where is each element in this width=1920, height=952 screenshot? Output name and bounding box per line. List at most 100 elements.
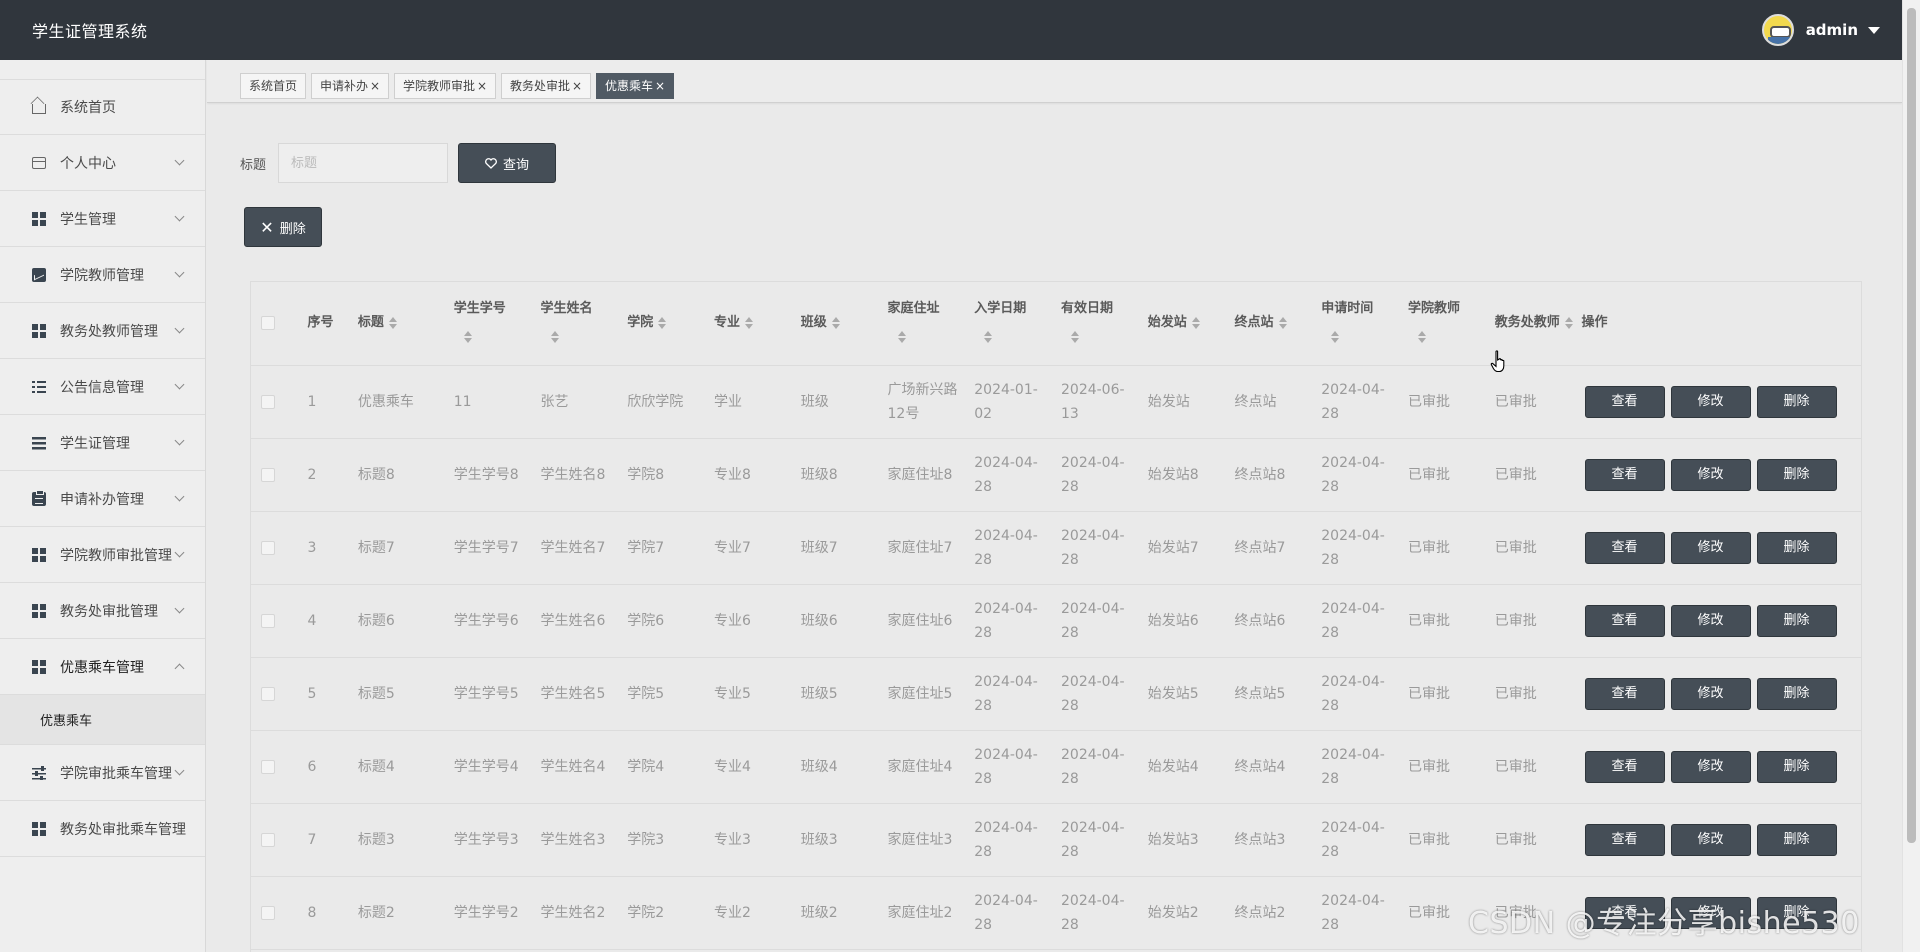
edit-button[interactable]: 修改 bbox=[1670, 531, 1751, 564]
tab-college-approval[interactable]: 学院教师审批 × bbox=[394, 73, 497, 99]
sort-icon[interactable] bbox=[1418, 330, 1426, 343]
column-header-index: 序号 bbox=[307, 282, 358, 366]
edit-button[interactable]: 修改 bbox=[1670, 823, 1751, 856]
sort-icon[interactable] bbox=[984, 330, 993, 343]
sort-icon[interactable] bbox=[1278, 316, 1287, 329]
cell-student-no: 学生学号4 bbox=[453, 730, 541, 804]
edit-button[interactable]: 修改 bbox=[1670, 604, 1751, 637]
edit-button[interactable]: 修改 bbox=[1670, 385, 1751, 418]
sort-icon[interactable] bbox=[1331, 330, 1340, 343]
column-header-title[interactable]: 标题 bbox=[357, 282, 454, 366]
sort-icon[interactable] bbox=[745, 316, 754, 329]
cell-college: 学院7 bbox=[627, 511, 714, 585]
sidebar-item-announcements[interactable]: 公告信息管理 bbox=[0, 359, 205, 415]
row-checkbox[interactable] bbox=[261, 613, 275, 628]
sidebar-item-home[interactable]: 系统首页 bbox=[0, 79, 205, 135]
delete-button[interactable]: 删除 bbox=[1756, 604, 1837, 637]
query-button[interactable]: 查询 bbox=[458, 143, 556, 183]
view-button[interactable]: 查看 bbox=[1584, 677, 1665, 710]
tab-office-approval[interactable]: 教务处审批 × bbox=[501, 73, 592, 99]
batch-delete-button[interactable]: ✕ 删除 bbox=[244, 207, 322, 247]
column-header-address[interactable]: 家庭住址 bbox=[887, 282, 975, 366]
cell-student-no: 学生学号2 bbox=[453, 876, 541, 950]
column-header-end-station[interactable]: 终点站 bbox=[1234, 282, 1322, 366]
view-button[interactable]: 查看 bbox=[1584, 604, 1665, 637]
sidebar-item-student-cards[interactable]: 学生证管理 bbox=[0, 415, 205, 471]
sort-icon[interactable] bbox=[550, 330, 559, 343]
sidebar-item-students[interactable]: 学生管理 bbox=[0, 191, 205, 247]
delete-button[interactable]: 删除 bbox=[1756, 531, 1837, 564]
tab-reissue[interactable]: 申请补办 × bbox=[311, 73, 390, 99]
avatar[interactable] bbox=[1761, 14, 1794, 46]
row-checkbox[interactable] bbox=[261, 467, 275, 482]
select-all-checkbox[interactable] bbox=[261, 315, 275, 330]
close-icon[interactable]: × bbox=[370, 79, 380, 93]
table-row: 3 标题7 学生学号7 学生姓名7 学院7 专业7 班级7 家庭住址7 2024-04-28 20… bbox=[251, 511, 1861, 585]
sidebar-item-personal-center[interactable]: 个人中心 bbox=[0, 135, 205, 191]
cell-class: 班级 bbox=[800, 365, 888, 439]
cell-college: 学院5 bbox=[627, 657, 714, 731]
title-search-input[interactable] bbox=[278, 143, 448, 183]
tab-home[interactable]: 系统首页 bbox=[240, 73, 307, 99]
sort-icon[interactable] bbox=[388, 316, 397, 329]
cell-apply-time: 2024-04-28 bbox=[1321, 365, 1408, 439]
view-button[interactable]: 查看 bbox=[1584, 823, 1665, 856]
row-checkbox[interactable] bbox=[261, 905, 275, 920]
sort-icon[interactable] bbox=[831, 316, 840, 329]
sidebar-item-office-ride-approval[interactable]: 教务处审批乘车管理 bbox=[0, 801, 205, 857]
cell-index: 8 bbox=[307, 876, 358, 950]
page-scrollbar[interactable] bbox=[1902, 0, 1920, 952]
sidebar-item-college-ride-approval[interactable]: 学院审批乘车管理 bbox=[0, 745, 205, 801]
sidebar-item-college-teachers[interactable]: 学院教师管理 bbox=[0, 247, 205, 303]
delete-button[interactable]: 删除 bbox=[1756, 677, 1837, 710]
submenu-item-discount-ride[interactable]: 优惠乘车 bbox=[0, 695, 205, 745]
delete-button[interactable]: 删除 bbox=[1756, 385, 1837, 418]
edit-button[interactable]: 修改 bbox=[1670, 677, 1751, 710]
delete-button[interactable]: 删除 bbox=[1756, 823, 1837, 856]
sort-icon[interactable] bbox=[897, 330, 906, 343]
grid-icon bbox=[32, 821, 46, 836]
sidebar-item-reissue[interactable]: 申请补办管理 bbox=[0, 471, 205, 527]
close-icon[interactable]: × bbox=[477, 79, 487, 93]
column-header-valid-date[interactable]: 有效日期 bbox=[1061, 282, 1148, 366]
sort-icon[interactable] bbox=[1564, 316, 1573, 329]
delete-button[interactable]: 删除 bbox=[1756, 458, 1837, 491]
view-button[interactable]: 查看 bbox=[1584, 385, 1665, 418]
row-checkbox[interactable] bbox=[261, 540, 275, 555]
cell-college-teacher: 已审批 bbox=[1408, 730, 1495, 804]
column-header-student-no[interactable]: 学生学号 bbox=[453, 282, 541, 366]
column-header-class[interactable]: 班级 bbox=[800, 282, 888, 366]
row-checkbox[interactable] bbox=[261, 686, 275, 701]
sidebar-item-discount-ride[interactable]: 优惠乘车管理 bbox=[0, 639, 205, 695]
sidebar-item-college-approval[interactable]: 学院教师审批管理 bbox=[0, 527, 205, 583]
view-button[interactable]: 查看 bbox=[1584, 750, 1665, 783]
tab-discount-ride[interactable]: 优惠乘车 × bbox=[596, 73, 675, 99]
sidebar-item-office-teachers[interactable]: 教务处教师管理 bbox=[0, 303, 205, 359]
column-header-apply-time[interactable]: 申请时间 bbox=[1321, 282, 1408, 366]
edit-button[interactable]: 修改 bbox=[1670, 458, 1751, 491]
view-button[interactable]: 查看 bbox=[1584, 531, 1665, 564]
sort-icon[interactable] bbox=[658, 316, 667, 329]
view-button[interactable]: 查看 bbox=[1584, 458, 1665, 491]
column-header-enroll-date[interactable]: 入学日期 bbox=[974, 282, 1061, 366]
column-header-student-name[interactable]: 学生姓名 bbox=[540, 282, 628, 366]
column-header-college[interactable]: 学院 bbox=[627, 282, 714, 366]
sidebar-item-office-approval[interactable]: 教务处审批管理 bbox=[0, 583, 205, 639]
delete-button[interactable]: 删除 bbox=[1756, 750, 1837, 783]
close-icon[interactable]: × bbox=[655, 79, 665, 93]
row-checkbox[interactable] bbox=[261, 394, 275, 409]
username[interactable]: admin bbox=[1806, 21, 1858, 39]
scrollbar-thumb[interactable] bbox=[1907, 8, 1916, 843]
caret-down-icon[interactable] bbox=[1868, 26, 1880, 34]
edit-button[interactable]: 修改 bbox=[1670, 750, 1751, 783]
row-checkbox[interactable] bbox=[261, 759, 275, 774]
sort-icon[interactable] bbox=[463, 330, 472, 343]
column-header-start-station[interactable]: 始发站 bbox=[1147, 282, 1235, 366]
column-header-college-teacher[interactable]: 学院教师 bbox=[1408, 282, 1495, 366]
row-checkbox[interactable] bbox=[261, 832, 275, 847]
sort-icon[interactable] bbox=[1191, 316, 1200, 329]
sort-icon[interactable] bbox=[1071, 330, 1079, 343]
column-header-major[interactable]: 专业 bbox=[714, 282, 801, 366]
user-menu[interactable]: admin bbox=[1761, 14, 1902, 46]
close-icon[interactable]: × bbox=[572, 79, 582, 93]
